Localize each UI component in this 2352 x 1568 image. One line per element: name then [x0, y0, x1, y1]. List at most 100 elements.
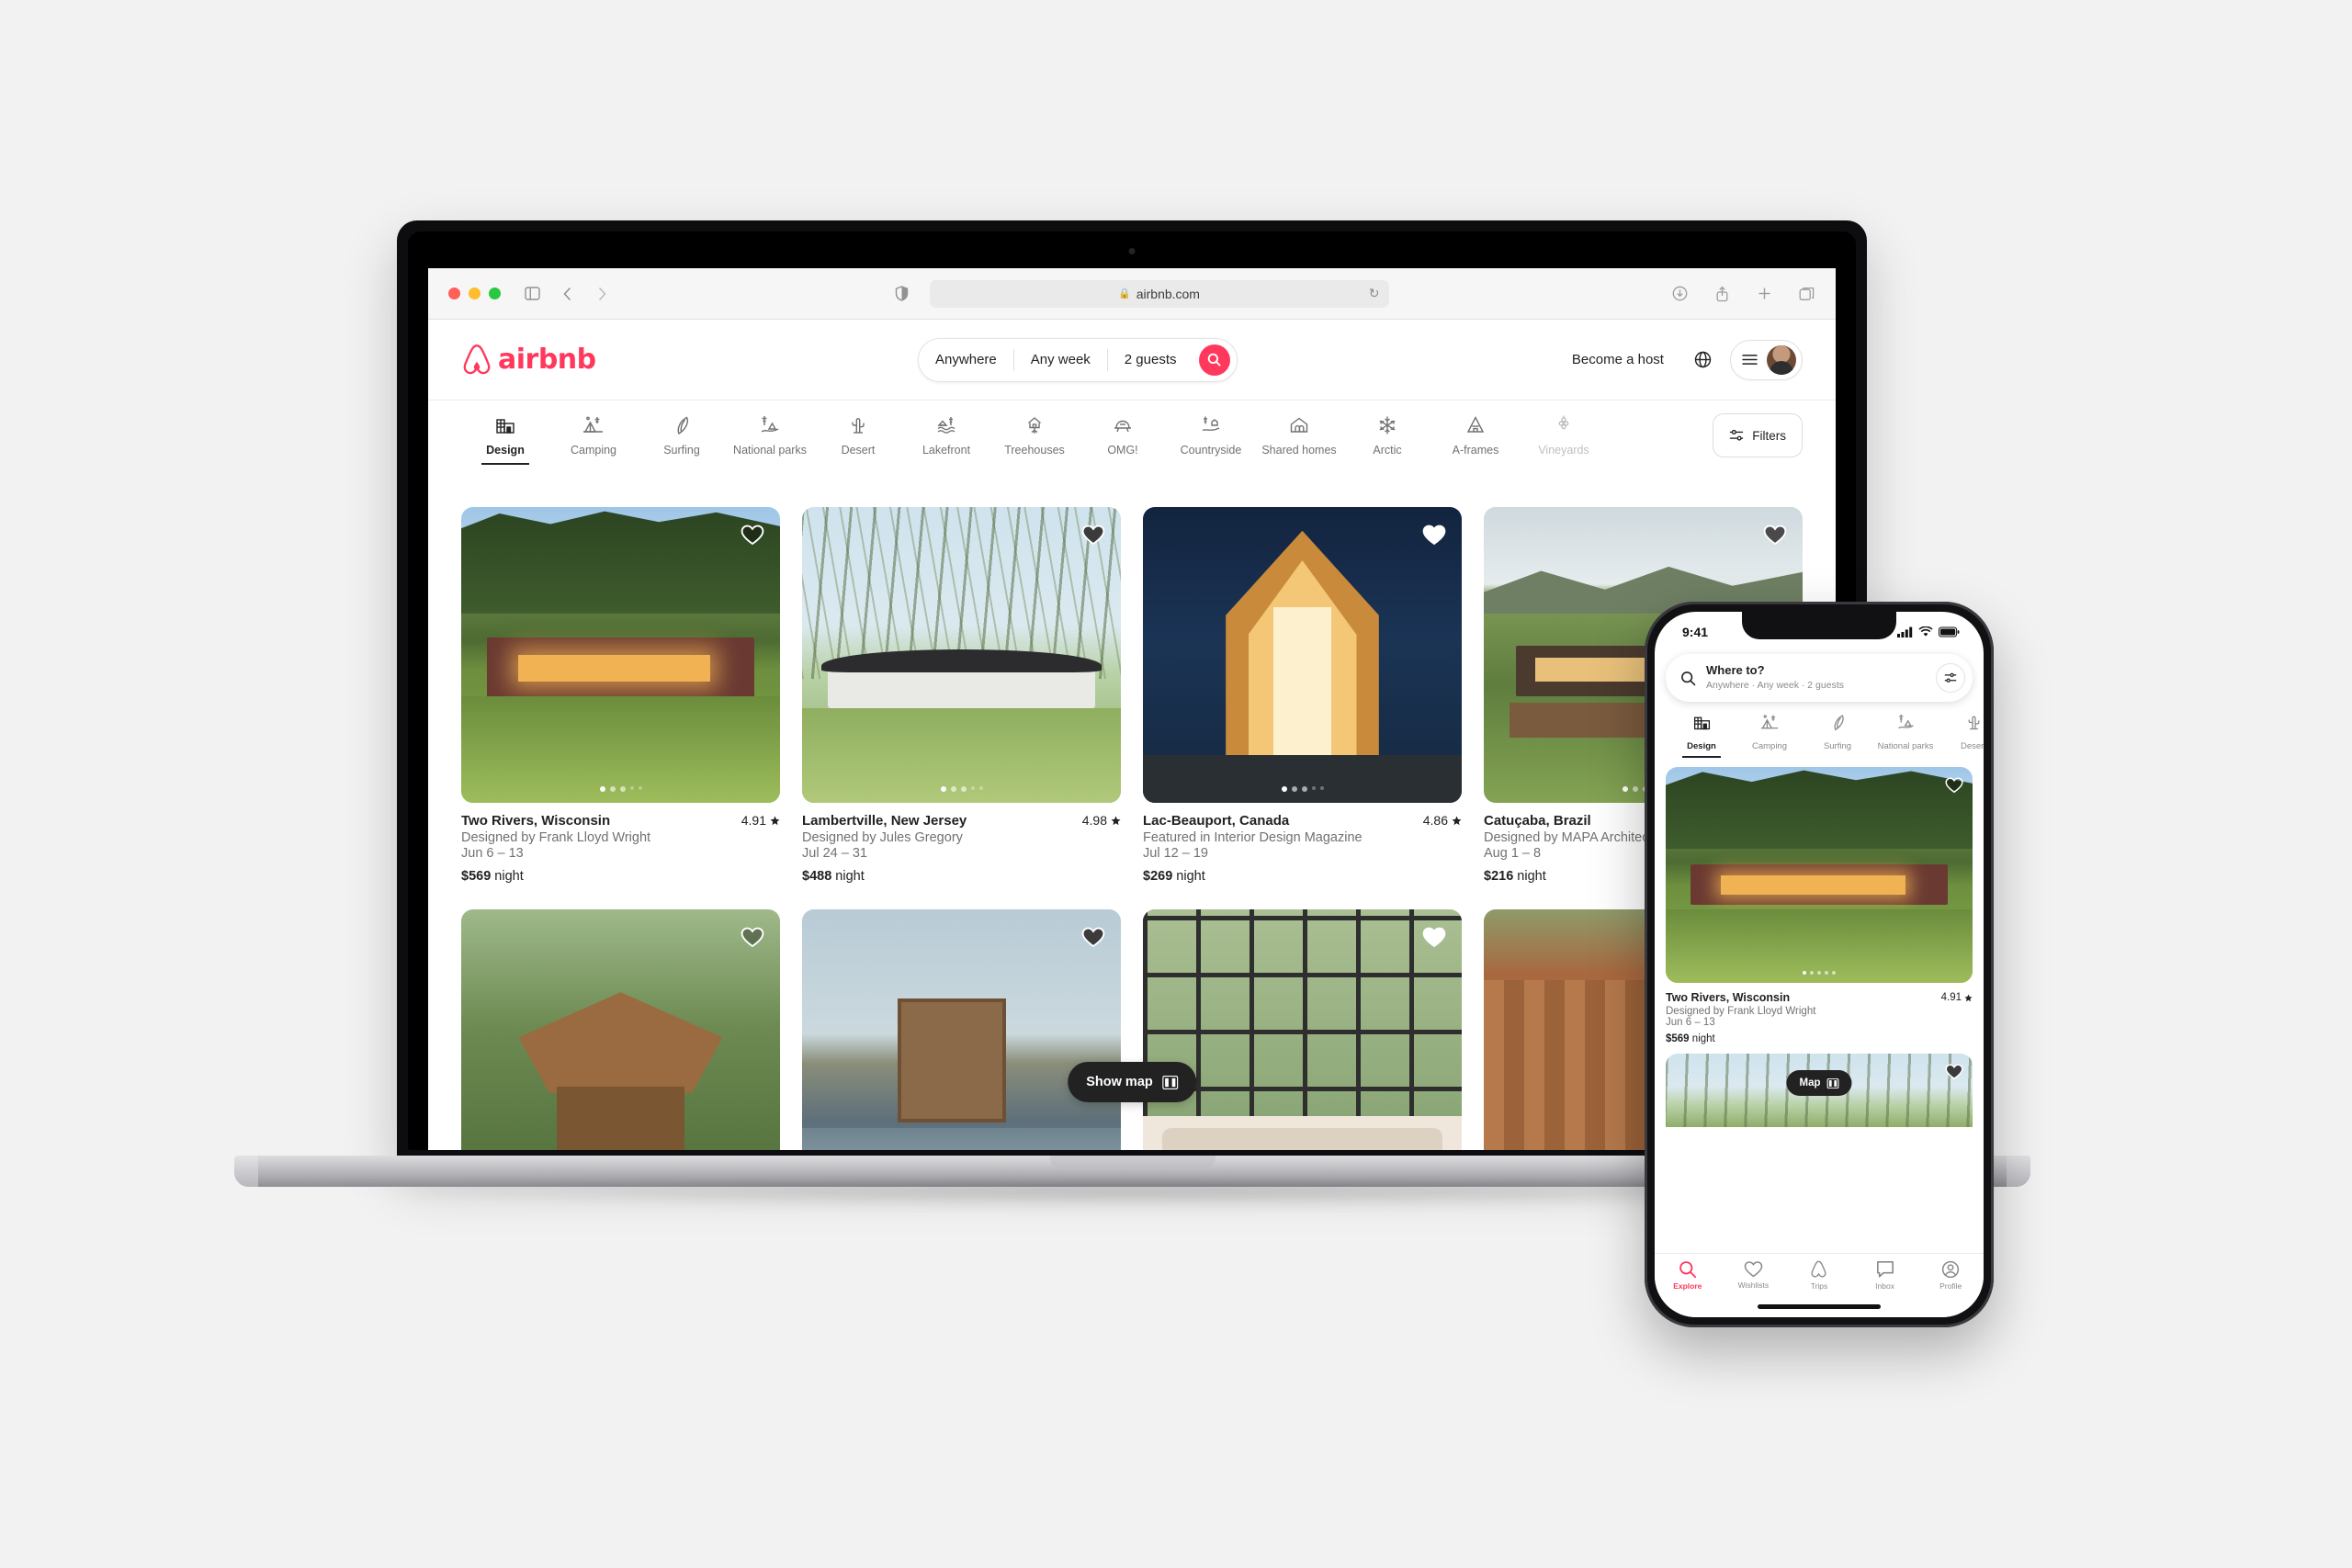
- address-bar[interactable]: 🔒 airbnb.com ↻: [929, 279, 1389, 308]
- phone-filters-button[interactable]: [1936, 663, 1965, 693]
- phone-category-desert[interactable]: Desert: [1939, 713, 1984, 758]
- phone-category-surfing[interactable]: Surfing: [1804, 713, 1871, 758]
- camping-icon: [582, 413, 605, 437]
- search-bar[interactable]: Anywhere Any week 2 guests: [918, 337, 1238, 382]
- forward-arrow-icon[interactable]: [593, 285, 611, 303]
- listing-photo[interactable]: [802, 507, 1121, 803]
- listing-card[interactable]: [461, 909, 780, 1150]
- search-who[interactable]: 2 guests: [1108, 352, 1193, 367]
- category-label: Desert: [841, 444, 876, 457]
- sidebar-icon[interactable]: [523, 285, 541, 303]
- window-controls[interactable]: [448, 288, 501, 299]
- phone-category-label: Design: [1687, 741, 1716, 751]
- phone-listing-photo[interactable]: [1666, 767, 1973, 983]
- category-camping[interactable]: Camping: [549, 413, 638, 465]
- photo-carousel-dots[interactable]: [1803, 971, 1836, 975]
- photo-carousel-dots[interactable]: [599, 786, 642, 792]
- phone-category-design[interactable]: Design: [1668, 713, 1736, 758]
- category-treehouses[interactable]: Treehouses: [990, 413, 1079, 465]
- share-icon[interactable]: [1713, 285, 1731, 303]
- listing-photo[interactable]: [461, 909, 780, 1150]
- favorite-button[interactable]: [1419, 520, 1449, 549]
- photo-carousel-dots[interactable]: [940, 786, 983, 792]
- phone-tab-profile[interactable]: Profile: [1917, 1260, 1984, 1291]
- listing-photo[interactable]: [461, 507, 780, 803]
- privacy-shield-icon[interactable]: [893, 285, 911, 303]
- phone-map-label: Map: [1799, 1077, 1821, 1089]
- phone-search-bar[interactable]: Where to? Anywhere · Any week · 2 guests: [1666, 654, 1973, 702]
- category-desert[interactable]: Desert: [814, 413, 902, 465]
- search-icon: [1681, 671, 1696, 685]
- phone-category-list[interactable]: Design Camping Surfing National parks De…: [1655, 702, 1984, 758]
- category-arctic[interactable]: Arctic: [1343, 413, 1431, 465]
- phone-category-national-parks[interactable]: National parks: [1871, 713, 1939, 758]
- vineyard-icon: [1553, 413, 1575, 437]
- base-edge-right: [2007, 1156, 2030, 1187]
- listing-card[interactable]: Lambertville, New Jersey 4.98 Designed b…: [802, 507, 1121, 884]
- search-button[interactable]: [1198, 344, 1230, 376]
- filters-button[interactable]: Filters: [1713, 413, 1803, 457]
- show-map-label: Show map: [1086, 1075, 1153, 1089]
- maximize-window-button[interactable]: [489, 288, 501, 299]
- category-vineyards[interactable]: Vineyards: [1520, 413, 1608, 465]
- tab-overview-icon[interactable]: [1797, 285, 1815, 303]
- favorite-button[interactable]: [1760, 520, 1790, 549]
- favorite-button[interactable]: [738, 922, 767, 952]
- phone-tab-trips[interactable]: Trips: [1786, 1260, 1852, 1291]
- plus-icon[interactable]: [1755, 285, 1773, 303]
- category-countryside[interactable]: Countryside: [1167, 413, 1255, 465]
- category-shared-homes[interactable]: Shared homes: [1255, 413, 1343, 465]
- photo-carousel-dots[interactable]: [1281, 786, 1324, 792]
- back-arrow-icon[interactable]: [558, 285, 576, 303]
- scene: 🔒 airbnb.com ↻ airbnb Anywhere Any week …: [0, 0, 2352, 1568]
- globe-icon[interactable]: [1686, 343, 1721, 378]
- user-menu-button[interactable]: [1729, 339, 1803, 380]
- listing-card[interactable]: Lac-Beauport, Canada 4.86 Featured in In…: [1143, 507, 1462, 884]
- favorite-button[interactable]: [1945, 1063, 1963, 1085]
- favorite-button[interactable]: [1079, 922, 1108, 952]
- phone-map-button[interactable]: Map: [1786, 1070, 1852, 1096]
- show-map-button[interactable]: Show map: [1068, 1062, 1196, 1102]
- listing-photo[interactable]: [1143, 507, 1462, 803]
- phone-tab-wishlists[interactable]: Wishlists: [1721, 1260, 1787, 1290]
- listing-photo[interactable]: [1143, 909, 1462, 1150]
- price-amount: $216: [1484, 869, 1514, 884]
- price-unit: night: [494, 869, 524, 884]
- avatar[interactable]: [1766, 344, 1796, 375]
- listing-photo[interactable]: [802, 909, 1121, 1150]
- favorite-button[interactable]: [738, 520, 767, 549]
- listing-title: Two Rivers, Wisconsin: [461, 813, 611, 829]
- airbnb-logo[interactable]: airbnb: [461, 344, 596, 377]
- category-national-parks[interactable]: National parks: [726, 413, 814, 465]
- favorite-button[interactable]: [1419, 922, 1449, 952]
- phone-listing-card[interactable]: Two Rivers, Wisconsin 4.91 Designed by F…: [1666, 767, 1973, 1044]
- category-label: OMG!: [1107, 444, 1138, 457]
- phone-category-camping[interactable]: Camping: [1736, 713, 1804, 758]
- search-when[interactable]: Any week: [1014, 352, 1107, 367]
- price-unit: night: [1176, 869, 1205, 884]
- phone-tab-label: Wishlists: [1737, 1280, 1770, 1290]
- close-window-button[interactable]: [448, 288, 460, 299]
- listing-card[interactable]: Two Rivers, Wisconsin 4.91 Designed by F…: [461, 507, 780, 884]
- category-bar: Design Camping Surfing National parks De…: [428, 400, 1836, 489]
- minimize-window-button[interactable]: [469, 288, 481, 299]
- phone-listing-photo-next[interactable]: Map: [1666, 1054, 1973, 1127]
- category-a-frames[interactable]: A-frames: [1431, 413, 1520, 465]
- category-lakefront[interactable]: Lakefront: [902, 413, 990, 465]
- become-a-host-button[interactable]: Become a host: [1559, 343, 1677, 377]
- phone-tab-label: Profile: [1939, 1281, 1962, 1291]
- category-list[interactable]: Design Camping Surfing National parks De…: [461, 413, 1698, 465]
- phone-tab-explore[interactable]: Explore: [1655, 1260, 1721, 1291]
- category-omg[interactable]: OMG!: [1079, 413, 1167, 465]
- favorite-button[interactable]: [1945, 776, 1963, 798]
- category-design[interactable]: Design: [461, 413, 549, 465]
- phone-tab-inbox[interactable]: Inbox: [1852, 1260, 1918, 1291]
- download-icon[interactable]: [1670, 285, 1689, 303]
- reload-icon[interactable]: ↻: [1369, 286, 1380, 301]
- listing-card[interactable]: [802, 909, 1121, 1150]
- category-surfing[interactable]: Surfing: [638, 413, 726, 465]
- listing-card[interactable]: [1143, 909, 1462, 1150]
- countryside-icon: [1200, 413, 1222, 437]
- search-where[interactable]: Anywhere: [919, 352, 1013, 367]
- favorite-button[interactable]: [1079, 520, 1108, 549]
